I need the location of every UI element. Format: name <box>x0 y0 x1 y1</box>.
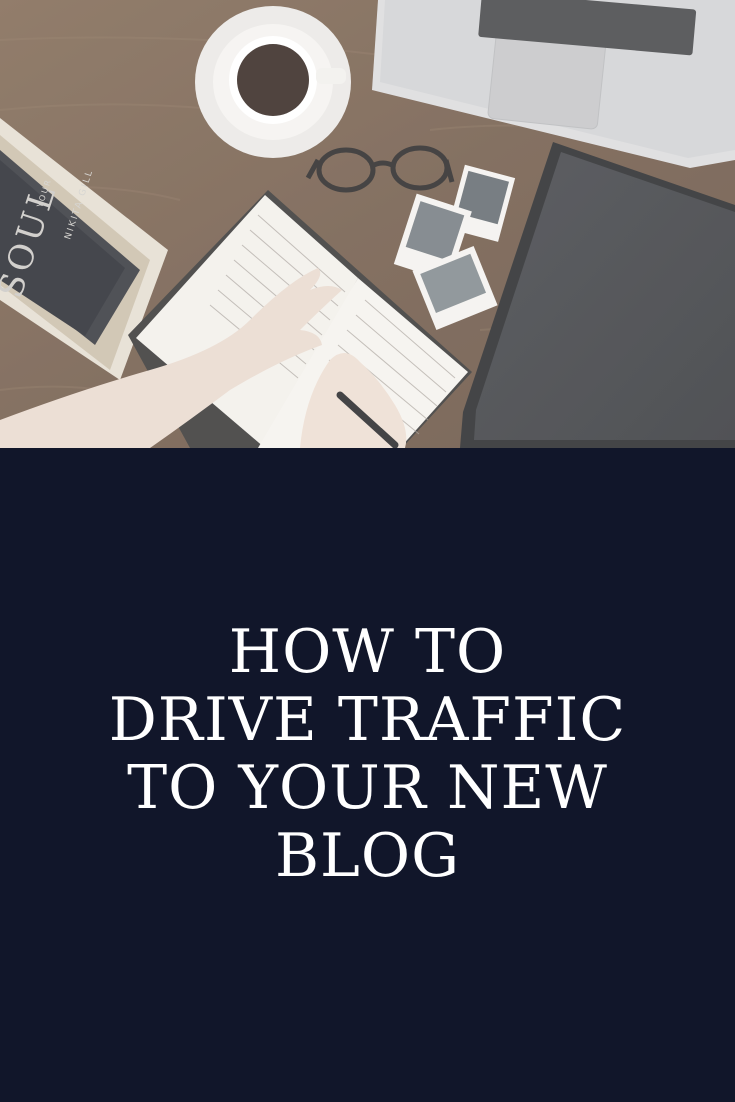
desk-scene: SOUL NIKITA GILL YOUR <box>0 0 735 448</box>
headline: HOW TO DRIVE TRAFFIC TO YOUR NEW BLOG <box>0 618 735 890</box>
desk-photo: SOUL NIKITA GILL YOUR <box>0 0 735 448</box>
headline-line-3: TO YOUR NEW <box>127 753 608 823</box>
headline-line-4: BLOG <box>274 821 461 891</box>
headline-line-2: DRIVE TRAFFIC <box>108 685 627 755</box>
headline-panel: HOW TO DRIVE TRAFFIC TO YOUR NEW BLOG <box>0 448 735 1102</box>
headline-line-1: HOW TO <box>228 617 507 687</box>
photo-haze <box>0 0 735 448</box>
